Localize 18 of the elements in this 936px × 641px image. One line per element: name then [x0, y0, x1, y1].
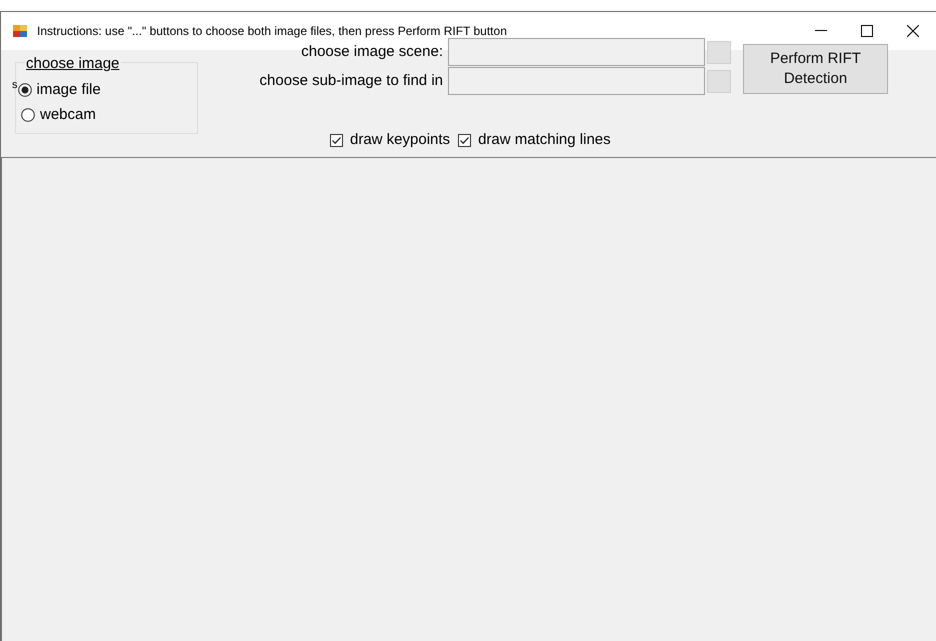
- path-field[interactable]: [448, 38, 705, 66]
- clipped-label: s: [12, 79, 18, 91]
- group-title: choose image: [26, 55, 122, 73]
- browse-button[interactable]: [707, 70, 731, 92]
- app-icon: [12, 23, 28, 39]
- field-label: choose image scene:: [300, 42, 444, 62]
- perform-button[interactable]: Perform RIFT Detection: [743, 44, 888, 94]
- minimize-icon: [815, 30, 827, 32]
- field-label: choose sub-image to find in: [258, 70, 444, 91]
- checkbox[interactable]: draw matching lines: [458, 128, 611, 152]
- radio-button[interactable]: webcam: [21, 104, 197, 126]
- path-field[interactable]: [448, 67, 705, 95]
- radio-button[interactable]: image file: [18, 79, 101, 102]
- window-title: Instructions: use "..." buttons to choose both image files, then press Perform RIFT button: [37, 23, 507, 40]
- browse-button[interactable]: [707, 40, 731, 64]
- checkbox[interactable]: draw keypoints: [330, 128, 450, 152]
- maximize-icon: [861, 25, 873, 37]
- close-icon: [907, 25, 919, 37]
